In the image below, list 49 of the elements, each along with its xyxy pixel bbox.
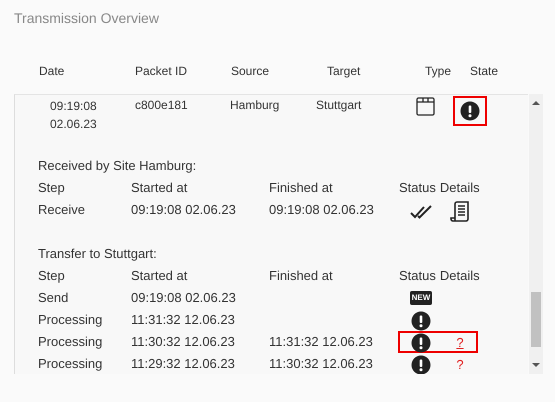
scroll-up-icon[interactable]: [532, 100, 540, 106]
column-header: Status: [399, 179, 436, 197]
column-header: Target: [327, 64, 362, 80]
column-header: Type: [425, 64, 452, 80]
column-header: State: [470, 64, 500, 80]
step-text: Send: [38, 289, 70, 307]
started-time: 09:19:08 02.06.23: [131, 289, 237, 307]
started-time: 11:29:32 12.06.23: [131, 355, 236, 373]
page-title: Transmission Overview: [14, 10, 160, 26]
alert-icon: [411, 333, 431, 353]
new-badge: NEW: [410, 291, 432, 305]
target-text: Stuttgart: [316, 97, 362, 113]
alert-icon: [460, 101, 480, 121]
step-text: Processing: [38, 311, 104, 329]
column-header: Packet ID: [135, 64, 188, 80]
scrollbar[interactable]: [529, 94, 543, 374]
document-icon[interactable]: [450, 201, 470, 223]
scroll-thumb[interactable]: [531, 292, 541, 347]
column-header: Step: [38, 267, 66, 285]
step-text: Processing: [38, 333, 104, 351]
state-indicator[interactable]: [453, 96, 487, 126]
step-text: Receive: [38, 201, 86, 219]
finished-time: 11:30:32 12.06.23: [269, 355, 374, 373]
finished-time: 09:19:08 02.06.23: [269, 201, 375, 219]
details-link[interactable]: ?: [456, 357, 464, 373]
column-header: Started at: [131, 267, 188, 285]
date-text: 09:19:08: [50, 98, 98, 115]
details-link[interactable]: ?: [456, 335, 464, 351]
section-title: Transfer to Stuttgart:: [38, 245, 158, 263]
alert-icon: [411, 311, 431, 331]
finished-time: 11:31:32 12.06.23: [269, 333, 374, 351]
column-header: Status: [399, 267, 436, 285]
scroll-down-icon[interactable]: [532, 362, 540, 368]
packet-id: c800e181: [135, 97, 189, 113]
date-text: 02.06.23: [50, 116, 98, 133]
started-time: 11:31:32 12.06.23: [131, 311, 236, 329]
column-header: Source: [231, 64, 270, 80]
source-text: Hamburg: [230, 97, 280, 113]
column-header: Step: [38, 179, 66, 197]
column-header: Details: [440, 179, 480, 197]
column-header: Date: [39, 64, 66, 80]
step-text: Processing: [38, 355, 104, 373]
double-check-icon: [410, 205, 432, 219]
section-title: Received by Site Hamburg:: [38, 157, 198, 175]
started-time: 09:19:08 02.06.23: [131, 201, 237, 219]
column-header: Started at: [131, 179, 188, 197]
window-icon: [416, 97, 435, 116]
started-time: 11:30:32 12.06.23: [131, 333, 236, 351]
column-header: Details: [440, 267, 480, 285]
